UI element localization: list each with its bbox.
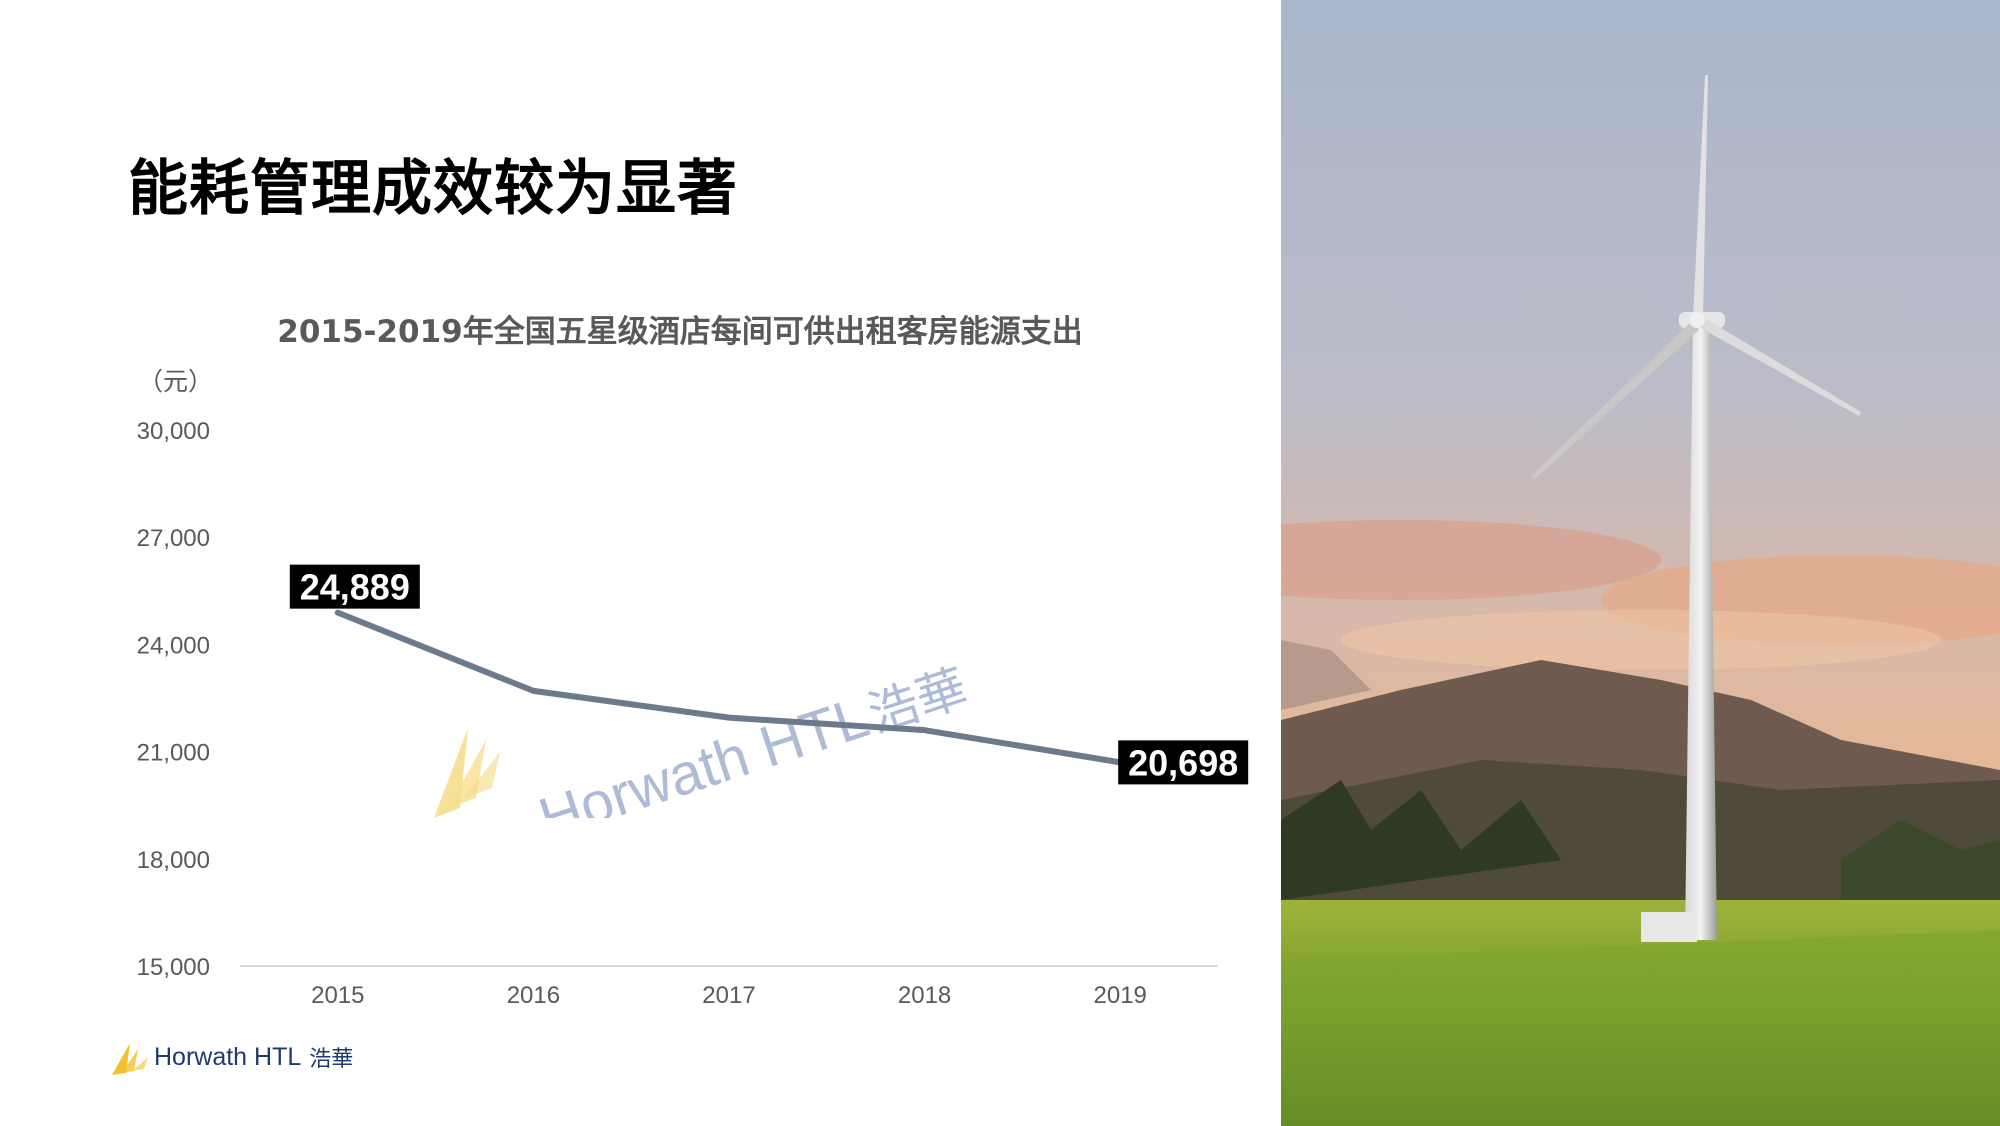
slide: 能耗管理成效较为显著 2015-2019年全国五星级酒店每间可供出租客房能源支出…: [0, 0, 2000, 1126]
y-tick-label: 24,000: [137, 632, 210, 659]
data-label: 24,889: [300, 567, 410, 608]
y-tick-label: 18,000: [137, 847, 210, 874]
wind-turbine-photo: [1281, 0, 2000, 1126]
series-line: [334, 609, 1124, 766]
y-tick-label: 27,000: [137, 525, 210, 552]
footer-brand-cn: 浩華: [309, 1047, 354, 1072]
y-tick-label: 30,000: [137, 418, 210, 445]
x-tick-label: 2017: [702, 982, 755, 1009]
horwath-logo-icon: [112, 1043, 148, 1075]
x-tick-label: 2018: [898, 982, 951, 1009]
footer-logo: Horwath HTL 浩華: [110, 1038, 353, 1076]
x-tick-label: 2015: [311, 982, 364, 1009]
chart-panel: 能耗管理成效较为显著 2015-2019年全国五星级酒店每间可供出租客房能源支出…: [0, 0, 1281, 1126]
data-label: 20,698: [1128, 742, 1238, 783]
y-tick-label: 21,000: [137, 740, 210, 767]
x-tick-label: 2016: [507, 982, 560, 1009]
line-chart: 15,000 18,000 21,000 24,000 27,000 30,000 2015…: [137, 418, 1249, 1009]
y-tick-label: 15,000: [137, 954, 210, 981]
x-tick-label: 2019: [1094, 982, 1147, 1009]
footer-brand: Horwath HTL: [154, 1042, 302, 1071]
